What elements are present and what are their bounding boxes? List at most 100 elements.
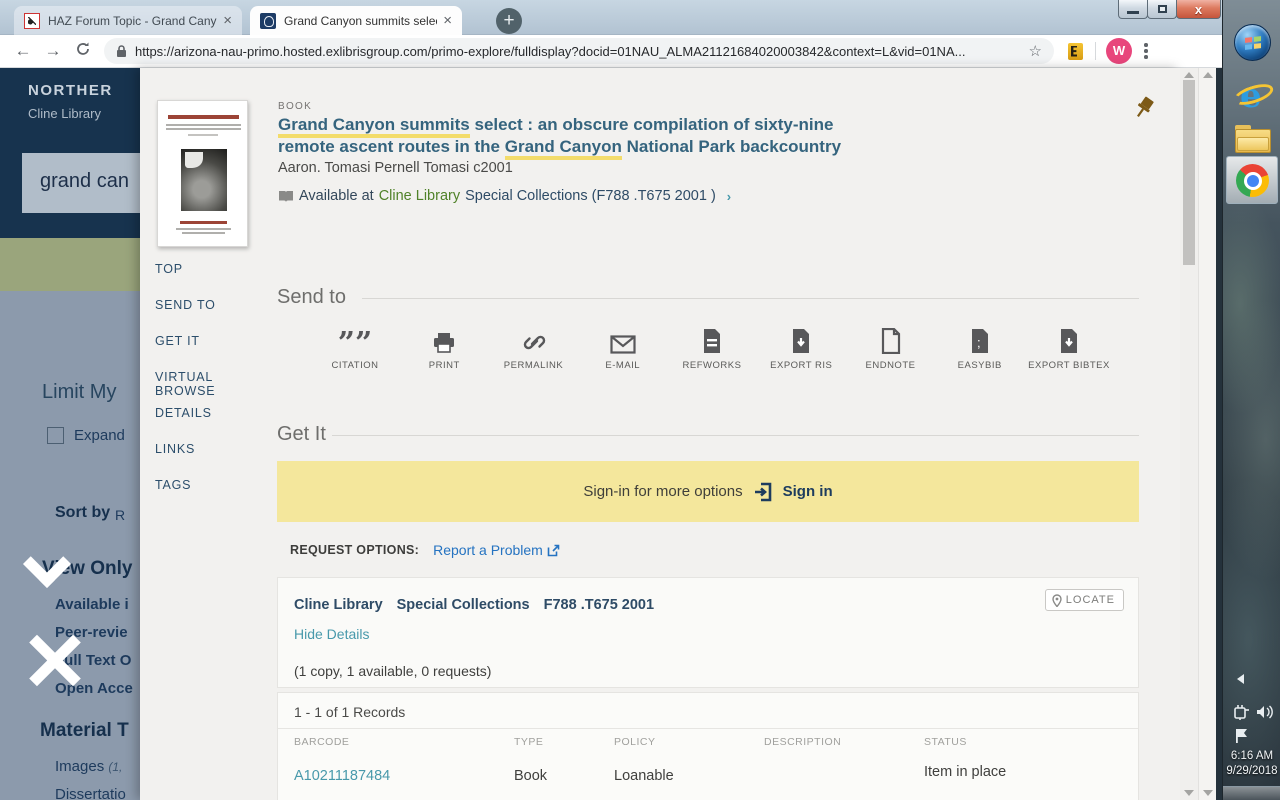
search-button[interactable] [0,238,140,291]
item-policy: Loanable [614,768,674,784]
scroll-down-icon[interactable] [1203,790,1213,796]
maximize-icon [1158,5,1167,13]
nav-get-it[interactable]: GET IT [155,334,275,370]
extension-icon[interactable] [1068,43,1083,60]
tab-close-icon[interactable]: × [223,14,232,28]
facet-images[interactable]: Images (1, [55,758,122,775]
pin-record-icon[interactable] [1130,94,1156,124]
scrollbar-thumb[interactable] [1183,80,1195,265]
refworks-action[interactable]: REFWORKS [669,326,755,371]
print-icon [432,332,456,354]
report-problem-link[interactable]: Report a Problem [433,542,560,558]
chevron-down-overlay-icon[interactable] [23,540,71,588]
holding-card: Cline Library Special Collections F788 .… [277,577,1139,688]
clock-date[interactable]: 9/29/2018 [1223,765,1280,777]
maximize-button[interactable] [1147,0,1177,19]
show-hidden-icons-button[interactable] [1237,674,1244,684]
column-status: STATUS [924,736,967,748]
email-action[interactable]: E-MAIL [580,326,666,371]
sign-in-icon [753,482,773,502]
scroll-down-icon[interactable] [1184,790,1194,796]
start-button[interactable] [1234,24,1271,61]
availability-line[interactable]: Available at Cline Library Special Colle… [278,188,731,204]
holding-call-number: F788 .T675 2001 [544,597,654,613]
show-desktop-button[interactable] [1223,786,1280,800]
bookmark-star-icon[interactable]: ☆ [1029,42,1042,60]
scroll-up-icon[interactable] [1203,72,1213,78]
tab-close-icon[interactable]: × [443,14,452,28]
expand-label: Expand [74,427,125,444]
table-divider [278,728,1138,729]
endnote-action[interactable]: ENDNOTE [848,326,934,371]
get-it-heading: Get It [277,423,326,446]
facet-available[interactable]: Available i [55,596,129,613]
easybib-action[interactable]: ; EASYBIB [937,326,1023,371]
window-scrollbar[interactable] [1198,68,1216,800]
print-action[interactable]: PRINT [401,326,487,371]
export-bibtex-action[interactable]: EXPORT BIBTEX [1026,326,1112,371]
volume-icon[interactable] [1255,702,1275,722]
scroll-up-icon[interactable] [1184,72,1194,78]
record-author: Aaron. Tomasi Pernell Tomasi c2001 [278,160,513,176]
nav-send-to[interactable]: SEND TO [155,298,275,334]
forward-button[interactable]: → [38,41,68,61]
refresh-button[interactable] [68,41,98,62]
export-ris-action[interactable]: EXPORT RIS [758,326,844,371]
permalink-action[interactable]: PERMALINK [491,326,577,371]
power-plug-icon[interactable] [1232,702,1252,722]
minimize-button[interactable] [1118,0,1148,19]
folder-icon [1237,137,1269,151]
nav-links[interactable]: LINKS [155,442,275,478]
content-scrollbar[interactable] [1180,68,1198,800]
back-button[interactable]: ← [8,41,38,61]
availability-chevron-icon[interactable]: › [727,189,731,204]
tab-primo-record[interactable]: Grand Canyon summits select : a × [250,6,462,35]
new-tab-button[interactable]: + [496,8,522,34]
close-overlay-icon[interactable] [26,631,84,689]
chrome-taskbar-button[interactable] [1226,156,1278,204]
minimize-icon [1127,11,1139,14]
close-button[interactable]: x [1176,0,1221,19]
column-policy: POLICY [614,736,656,748]
item-barcode-link[interactable]: A10211187484 [294,768,390,784]
expand-checkbox[interactable] [47,427,64,444]
nav-details[interactable]: DETAILS [155,406,275,442]
endnote-icon [881,328,901,354]
facet-dissertations[interactable]: Dissertatio [55,786,126,800]
address-bar[interactable]: https://arizona-nau-primo.hosted.exlibri… [104,38,1054,64]
tab-haz-forum[interactable]: HAZ Forum Topic - Grand Canyo × [14,6,242,35]
record-title: Grand Canyon summits select : an obscure… [278,114,858,158]
location-pin-icon [1052,594,1062,607]
hide-details-link[interactable]: Hide Details [294,626,369,642]
clock-time[interactable]: 6:16 AM [1223,750,1280,762]
nav-top[interactable]: TOP [155,262,275,298]
internet-explorer-button[interactable]: e [1235,74,1271,114]
windows-logo-icon [1245,36,1261,51]
holding-collection: Special Collections [397,597,530,613]
holding-summary: (1 copy, 1 available, 0 requests) [294,663,491,679]
nav-tags[interactable]: TAGS [155,478,275,514]
facets-sidebar: Limit My Expand Sort by R View Only Avai… [0,291,140,800]
column-description: DESCRIPTION [764,736,841,748]
cover-photo [181,149,227,211]
locate-button[interactable]: LOCATE [1045,589,1124,611]
open-book-icon [278,190,294,203]
action-center-flag-icon[interactable] [1233,727,1251,745]
limit-my-heading: Limit My [42,381,116,404]
library-name: Cline Library [28,106,101,121]
search-input[interactable]: grand can [22,153,140,213]
sign-in-link[interactable]: Sign in [783,483,833,500]
citation-action[interactable]: ”” CITATION [312,326,398,371]
export-bibtex-icon [1059,328,1079,354]
profile-avatar[interactable]: W [1106,38,1132,64]
background-search-page: NORTHER Cline Library grand can Limit My… [0,68,140,800]
easybib-icon: ; [970,328,990,354]
records-count: 1 - 1 of 1 Records [294,704,405,720]
sort-by-value[interactable]: R [115,507,125,523]
nav-virtual-browse[interactable]: VIRTUAL BROWSE [155,370,275,406]
column-barcode: BARCODE [294,736,349,748]
browser-menu-button[interactable] [1144,43,1148,59]
availability-library-link[interactable]: Cline Library [379,188,460,204]
tab-title: Grand Canyon summits select : a [284,14,437,28]
file-explorer-button[interactable] [1235,125,1271,153]
